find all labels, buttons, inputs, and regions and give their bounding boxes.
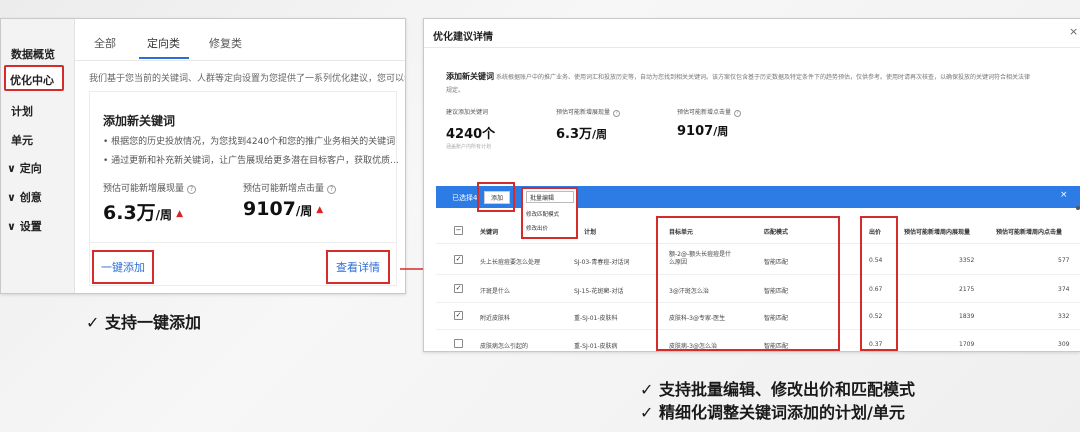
tab-targeting[interactable]: 定向类 xyxy=(147,35,180,51)
sidebar-item-label: 创意 xyxy=(19,191,42,204)
sidebar-item-settings[interactable]: ∨ 设置 xyxy=(7,218,42,234)
caption-batch-edit: ✓ 支持批量编辑、修改出价和匹配模式 xyxy=(640,380,915,399)
metric-label-clicks: 预估可能新增点击量? xyxy=(677,107,742,117)
metric-label-impressions: 预估可能新增展现量? xyxy=(556,107,621,117)
cell-est-clicks: 332 xyxy=(1058,313,1070,320)
cell-est-clicks: 309 xyxy=(1058,341,1070,348)
scroll-indicator xyxy=(1076,206,1080,210)
metric-value-clicks: 9107/周 xyxy=(677,124,729,139)
metric-hint: 涵盖账户内所有计划 xyxy=(446,144,492,150)
sidebar-item-creative[interactable]: ∨ 创意 xyxy=(7,189,42,205)
help-icon[interactable]: ? xyxy=(613,110,621,117)
cell-keyword: 附近皮肤科 xyxy=(480,315,511,322)
one-click-add-button[interactable]: 一键添加 xyxy=(92,250,154,284)
sidebar-item-unit[interactable]: 单元 xyxy=(11,132,33,148)
cell-plan[interactable]: SJ-15-花斑癣-对话 xyxy=(574,286,624,295)
selected-count: 已选择4 xyxy=(452,194,478,202)
cell-est-impressions: 1709 xyxy=(959,341,975,348)
sidebar: 数据概览 优化中心 计划 单元 ∨ 定向 ∨ 创意 ∨ 设置 xyxy=(1,19,75,293)
cell-est-impressions: 3352 xyxy=(959,257,975,264)
view-details-button[interactable]: 查看详情 xyxy=(326,250,390,284)
column-header-est-clicks: 预估可能新增周内点击量 xyxy=(996,229,1063,236)
chevron-down-icon: ∨ xyxy=(7,162,20,175)
tab-repair[interactable]: 修复类 xyxy=(209,35,242,51)
card-title: 添加新关键词 xyxy=(103,114,176,128)
close-icon[interactable]: × xyxy=(1060,190,1068,200)
sidebar-item-optimization-center[interactable]: 优化中心 xyxy=(10,72,54,88)
bid-highlight xyxy=(860,216,898,351)
row-checkbox[interactable]: ✓ xyxy=(454,255,463,264)
cell-plan[interactable]: SJ-03-青春痘-对话词 xyxy=(574,257,630,266)
card-bullet: • 通过更新和补充新关键词，让广告展现给更多潜在目标客户，获取优质... xyxy=(103,156,399,166)
help-icon[interactable]: ? xyxy=(187,185,197,194)
optimization-center-panel: 数据概览 优化中心 计划 单元 ∨ 定向 ∨ 创意 ∨ 设置 全部 定向类 修复… xyxy=(0,18,406,294)
metric-label-impressions: 预估可能新增展现量? xyxy=(103,181,197,194)
divider xyxy=(424,47,1080,48)
cell-plan[interactable]: 重-SJ-01-皮肤病 xyxy=(574,341,618,350)
suggestion-details-modal: 优化建议详情 × 添加新关键词 系统根据账户中的推广业务、使用词汇和投放历史等，… xyxy=(423,18,1080,352)
add-button-highlight xyxy=(477,182,515,212)
metric-value-clicks: 9107/周 ▲ xyxy=(243,198,324,220)
active-tab-indicator xyxy=(139,57,189,59)
tab-bar: 全部 定向类 修复类 xyxy=(75,19,405,61)
recommendation-description-cont: 规定。 xyxy=(446,87,465,94)
row-checkbox[interactable]: ✓ xyxy=(454,284,463,293)
column-header-est-impressions: 预估可能新增周内展现量 xyxy=(904,229,971,236)
select-all-checkbox[interactable]: − xyxy=(454,226,463,235)
sidebar-item-label: 定向 xyxy=(19,162,42,175)
sidebar-item-label: 设置 xyxy=(19,220,42,233)
caption-fine-tune: ✓ 精细化调整关键词添加的计划/单元 xyxy=(640,403,905,422)
metric-label-keywords: 建议添加关键词 xyxy=(446,109,489,116)
cell-keyword: 汗斑是什么 xyxy=(480,288,511,295)
sidebar-item-overview[interactable]: 数据概览 xyxy=(11,46,55,62)
row-checkbox[interactable] xyxy=(454,339,463,348)
card-bullet: • 根据您的历史投放情况，为您找到4240个和您的推广业务相关的关键词 xyxy=(103,137,396,147)
close-icon[interactable]: × xyxy=(1069,25,1078,38)
chevron-down-icon: ∨ xyxy=(7,191,20,204)
recommendation-title: 添加新关键词 xyxy=(446,72,494,81)
trend-up-icon: ▲ xyxy=(176,208,183,219)
chevron-down-icon: ∨ xyxy=(7,220,20,233)
cell-keyword: 皮肤病怎么引起的 xyxy=(480,343,529,350)
recommendation-description: 系统根据账户中的推广业务、使用词汇和投放历史等，自动为您找到相关关键词。该方案仅… xyxy=(496,74,1031,81)
sidebar-item-plan[interactable]: 计划 xyxy=(11,103,33,119)
cell-est-impressions: 1839 xyxy=(959,313,975,320)
cell-est-clicks: 577 xyxy=(1058,257,1070,264)
cell-plan[interactable]: 重-SJ-01-皮肤科 xyxy=(574,313,618,322)
metric-value-keywords: 4240个 xyxy=(446,127,496,142)
metric-value-impressions: 6.3万/周 ▲ xyxy=(103,202,183,224)
divider xyxy=(90,242,396,243)
sidebar-item-targeting[interactable]: ∨ 定向 xyxy=(7,160,42,176)
modal-title: 优化建议详情 xyxy=(433,32,493,43)
caption-one-click-add: ✓ 支持一键添加 xyxy=(86,313,201,332)
help-icon[interactable]: ? xyxy=(734,110,742,117)
tab-all[interactable]: 全部 xyxy=(94,35,116,51)
cell-est-impressions: 2175 xyxy=(959,286,975,293)
optimization-description: 我们基于您当前的关键词、人群等定向设置为您提供了一系列优化建议，您可以参考 xyxy=(89,74,406,84)
cell-keyword: 头上长痘痘要怎么处理 xyxy=(480,259,541,266)
cell-est-clicks: 374 xyxy=(1058,286,1070,293)
metric-label-clicks: 预估可能新增点击量? xyxy=(243,181,337,194)
metric-value-impressions: 6.3万/周 xyxy=(556,127,608,142)
trend-up-icon: ▲ xyxy=(316,204,324,215)
suggestion-card: 添加新关键词 • 根据您的历史投放情况，为您找到4240个和您的推广业务相关的关… xyxy=(89,91,399,286)
help-icon[interactable]: ? xyxy=(327,185,337,194)
batch-edit-button[interactable]: 批量编辑 xyxy=(526,191,574,203)
menu-item-edit-match-mode[interactable]: 修改匹配模式 xyxy=(526,210,559,218)
target-unit-highlight xyxy=(656,216,840,351)
column-header-plan: 计划 xyxy=(584,229,597,236)
row-checkbox[interactable]: ✓ xyxy=(454,311,463,320)
column-header-keyword: 关键词 xyxy=(480,229,499,236)
